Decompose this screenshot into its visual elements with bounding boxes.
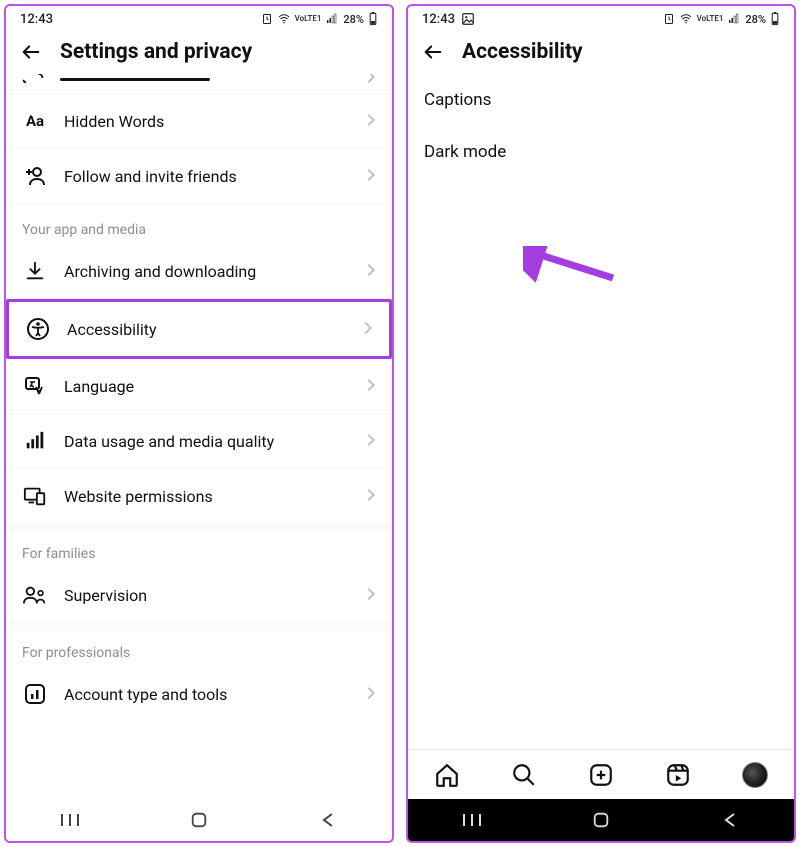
row-accessibility[interactable]: Accessibility (6, 299, 392, 359)
back-icon[interactable] (422, 41, 444, 63)
chevron-right-icon (363, 320, 373, 339)
status-bar: 12:43 VoLTE1 28% (408, 6, 794, 32)
section-professionals: For professionals (6, 623, 392, 667)
row-hidden-words[interactable]: Aa Hidden Words (6, 94, 392, 149)
android-back-icon[interactable] (316, 808, 340, 832)
android-recents-icon[interactable] (58, 808, 82, 832)
account-tools-icon (22, 681, 48, 707)
status-time: 12:43 (422, 12, 455, 27)
tab-home-icon[interactable] (433, 761, 461, 789)
row-limited-interactions[interactable] (6, 74, 392, 94)
android-nav-bar (6, 799, 392, 841)
row-dark-mode[interactable]: Dark mode (408, 126, 794, 178)
tab-reels-icon[interactable] (664, 761, 692, 789)
row-label: Language (64, 377, 350, 396)
section-app-media: Your app and media (6, 204, 392, 244)
row-captions[interactable]: Captions (408, 74, 794, 126)
add-friend-icon (22, 163, 48, 189)
header: Accessibility (408, 32, 794, 74)
battery-percent: 28% (343, 13, 364, 26)
section-families: For families (6, 524, 392, 568)
back-icon[interactable] (20, 41, 42, 63)
row-label: Archiving and downloading (64, 262, 350, 281)
settings-list: Aa Hidden Words Follow and invite friend… (6, 74, 392, 799)
supervision-icon (22, 582, 48, 608)
row-label: Data usage and media quality (64, 432, 350, 451)
row-follow-invite[interactable]: Follow and invite friends (6, 149, 392, 204)
network-label: VoLTE1 (697, 15, 724, 23)
row-label: Hidden Words (64, 112, 350, 131)
chat-limit-icon (22, 74, 44, 88)
chevron-right-icon (366, 262, 376, 281)
battery-saver-icon (663, 13, 675, 25)
row-website-permissions[interactable]: Website permissions (6, 469, 392, 524)
tab-search-icon[interactable] (510, 761, 538, 789)
phone-settings: 12:43 VoLTE1 28% Settings and privacy (4, 4, 394, 843)
signal-icon (325, 13, 339, 25)
row-supervision[interactable]: Supervision (6, 568, 392, 623)
android-recents-icon[interactable] (460, 808, 484, 832)
download-icon (22, 258, 48, 284)
chevron-right-icon (366, 685, 376, 704)
app-tab-bar (408, 749, 794, 799)
android-back-icon[interactable] (718, 808, 742, 832)
row-account-type[interactable]: Account type and tools (6, 667, 392, 721)
phone-accessibility: 12:43 VoLTE1 28% Accessibility (406, 4, 796, 843)
network-label: VoLTE1 (295, 15, 322, 23)
row-label: Follow and invite friends (64, 167, 350, 186)
row-language[interactable]: Language (6, 359, 392, 414)
bars-icon (22, 428, 48, 454)
android-home-icon[interactable] (187, 808, 211, 832)
status-time: 12:43 (20, 12, 53, 27)
page-title: Settings and privacy (60, 40, 252, 64)
android-home-icon[interactable] (589, 808, 613, 832)
status-right: VoLTE1 28% (663, 12, 780, 26)
battery-percent: 28% (745, 13, 766, 26)
status-right: VoLTE1 28% (261, 12, 378, 26)
wifi-icon (277, 13, 291, 25)
tab-create-icon[interactable] (587, 761, 615, 789)
chevron-right-icon (366, 432, 376, 451)
chevron-right-icon (366, 167, 376, 186)
battery-icon (770, 12, 780, 26)
devices-icon (22, 483, 48, 509)
tab-profile-avatar[interactable] (741, 761, 769, 789)
row-label: Accessibility (67, 320, 347, 339)
annotation-arrow-icon (523, 246, 623, 286)
image-indicator-icon (461, 12, 475, 26)
battery-saver-icon (261, 13, 273, 25)
chevron-right-icon (366, 487, 376, 506)
language-icon (22, 373, 48, 399)
battery-icon (368, 12, 378, 26)
accessibility-icon (25, 316, 51, 342)
chevron-right-icon (366, 377, 376, 396)
accessibility-list: Captions Dark mode (408, 74, 794, 749)
wifi-icon (679, 13, 693, 25)
chevron-right-icon (366, 586, 376, 605)
cutoff-label (60, 75, 350, 83)
chevron-right-icon (366, 74, 376, 88)
android-nav-bar (408, 799, 794, 841)
signal-icon (727, 13, 741, 25)
row-archiving[interactable]: Archiving and downloading (6, 244, 392, 299)
row-data-usage[interactable]: Data usage and media quality (6, 414, 392, 469)
row-label: Account type and tools (64, 685, 350, 704)
row-label: Website permissions (64, 487, 350, 506)
status-bar: 12:43 VoLTE1 28% (6, 6, 392, 32)
hidden-words-icon: Aa (22, 108, 48, 134)
row-label: Supervision (64, 586, 350, 605)
chevron-right-icon (366, 112, 376, 131)
header: Settings and privacy (6, 32, 392, 74)
page-title: Accessibility (462, 40, 583, 64)
